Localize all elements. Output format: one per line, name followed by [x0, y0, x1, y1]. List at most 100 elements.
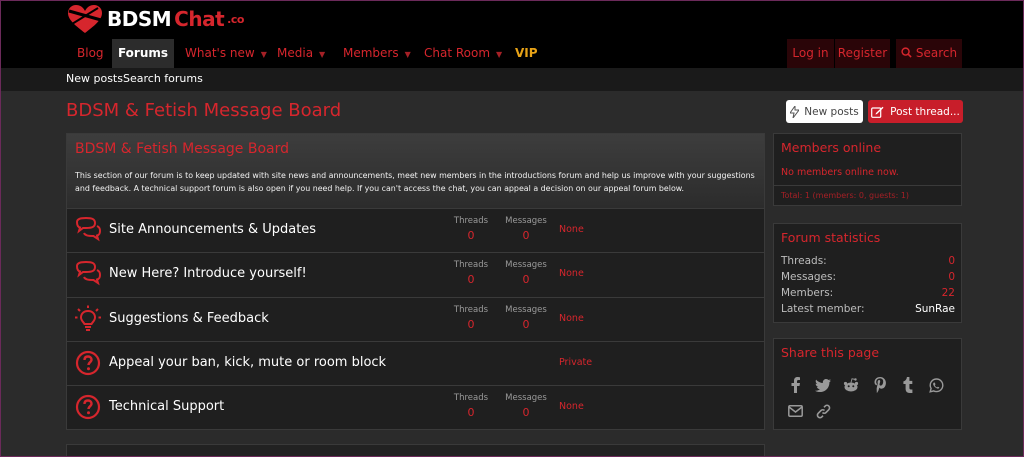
chevron-down-icon[interactable]: ▼ [405, 50, 411, 59]
stat-latest-value[interactable]: SunRae [915, 303, 955, 315]
question-icon [75, 350, 101, 376]
chat-bubbles-icon [75, 260, 102, 286]
nav-blog-label: Blog [77, 46, 104, 60]
threads-count: 0 [467, 229, 475, 242]
stat-messages-value: 0 [948, 271, 955, 283]
forum-title[interactable]: Suggestions & Feedback [109, 311, 269, 326]
threads-count: 0 [467, 273, 475, 286]
last-post: Private [559, 357, 593, 368]
chevron-down-icon[interactable]: ▼ [319, 50, 325, 59]
threads-label: Threads [453, 305, 489, 315]
messages-count: 0 [522, 406, 530, 419]
twitter-icon[interactable] [814, 376, 832, 394]
pinterest-icon[interactable] [871, 376, 889, 394]
subnav-search-forums[interactable]: Search forums [123, 72, 203, 85]
subnav-new-posts[interactable]: New posts [66, 72, 123, 85]
register-button[interactable]: Register [835, 39, 890, 68]
threads-stat: Threads 0 [446, 253, 496, 286]
post-thread-label: Post thread... [890, 105, 960, 118]
brand-tld: .co [227, 12, 244, 26]
share-page-block: Share this page [773, 338, 962, 430]
site-header: BDSM Chat .co [0, 0, 1024, 39]
threads-label: Threads [453, 260, 489, 270]
messages-count: 0 [522, 273, 530, 286]
nav-vip[interactable]: VIP [515, 39, 538, 68]
search-label: Search [915, 46, 958, 60]
forum-row[interactable]: Appeal your ban, kick, mute or room bloc… [67, 341, 764, 385]
nav-members[interactable]: Members ▼ [343, 39, 411, 68]
members-online-total: Total: 1 (members: 0, guests: 1) [781, 191, 910, 200]
messages-stat: Messages 0 [501, 298, 551, 331]
brand-word-2: Chat [174, 7, 225, 31]
post-thread-button[interactable]: Post thread... [868, 100, 963, 123]
forum-title[interactable]: New Here? Introduce yourself! [109, 266, 307, 281]
nav-forums[interactable]: Forums [112, 39, 174, 68]
category-title[interactable]: BDSM & Fetish Message Board [75, 141, 289, 157]
search-button[interactable]: Search [896, 39, 962, 68]
main-nav: Blog Forums What's new ▼ Media ▼ Members ▼ … [0, 39, 1024, 68]
brand-word-1: BDSM [107, 7, 172, 31]
login-button[interactable]: Log in [787, 39, 834, 68]
stat-threads-value: 0 [948, 255, 955, 267]
heart-logo-icon [68, 5, 102, 33]
tumblr-icon[interactable] [899, 376, 917, 394]
threads-count: 0 [467, 318, 475, 331]
nav-media[interactable]: Media ▼ [277, 39, 325, 68]
forum-statistics-block: Forum statistics Threads: 0 Messages: 0 Me… [773, 223, 962, 323]
messages-count: 0 [522, 229, 530, 242]
site-logo[interactable]: BDSM Chat .co [66, 4, 244, 34]
members-online-title[interactable]: Members online [781, 140, 881, 155]
nav-blog[interactable]: Blog [77, 39, 104, 68]
category-header: BDSM & Fetish Message Board This section… [67, 134, 764, 208]
nav-forums-label: Forums [117, 46, 169, 60]
messages-label: Messages [505, 393, 547, 403]
nav-chat-room[interactable]: Chat Room ▼ [424, 39, 502, 68]
nav-vip-label: VIP [515, 46, 538, 60]
nav-whats-new[interactable]: What's new ▼ [185, 39, 267, 68]
category-description: This section of our forum is to keep upd… [75, 171, 755, 193]
messages-count: 0 [522, 318, 530, 331]
email-icon[interactable] [786, 402, 804, 420]
stat-messages-label: Messages: [781, 271, 837, 283]
stat-threads-label: Threads: [781, 255, 827, 267]
lightbulb-icon [75, 305, 101, 331]
sub-nav: New posts Search forums [0, 68, 1024, 91]
forum-row[interactable]: Site Announcements & Updates Threads 0 Me… [67, 208, 764, 252]
threads-stat: Threads 0 [446, 298, 496, 331]
share-page-title: Share this page [781, 345, 880, 360]
forum-title[interactable]: Site Announcements & Updates [109, 222, 316, 237]
messages-label: Messages [505, 216, 547, 226]
chevron-down-icon[interactable]: ▼ [496, 50, 502, 59]
forum-row[interactable]: New Here? Introduce yourself! Threads 0 M… [67, 252, 764, 296]
chat-bubbles-icon [75, 216, 102, 242]
edit-icon [871, 106, 884, 118]
messages-label: Messages [505, 260, 547, 270]
nav-chat-room-label: Chat Room [424, 46, 491, 60]
whatsapp-icon[interactable] [927, 376, 945, 394]
chevron-down-icon[interactable]: ▼ [261, 50, 267, 59]
last-post: None [559, 313, 584, 324]
members-online-none: No members online now. [781, 167, 899, 178]
threads-count: 0 [467, 406, 475, 419]
reddit-icon[interactable] [842, 376, 860, 394]
new-posts-button[interactable]: New posts [786, 100, 863, 123]
messages-stat: Messages 0 [501, 253, 551, 286]
forum-title[interactable]: Technical Support [109, 399, 224, 414]
messages-stat: Messages 0 [501, 386, 551, 419]
register-label: Register [837, 46, 888, 60]
facebook-icon[interactable] [786, 376, 804, 394]
nav-members-label: Members [343, 46, 399, 60]
forum-row[interactable]: Technical Support Threads 0 Messages 0 Non… [67, 385, 764, 429]
forum-title[interactable]: Appeal your ban, kick, mute or room bloc… [109, 355, 386, 370]
forum-row[interactable]: Suggestions & Feedback Threads 0 Messages… [67, 297, 764, 341]
stat-members: Members: 22 [781, 287, 955, 299]
link-icon[interactable] [814, 402, 832, 420]
threads-stat: Threads 0 [446, 386, 496, 419]
search-icon [901, 47, 912, 58]
threads-label: Threads [453, 216, 489, 226]
bolt-icon [790, 105, 800, 118]
threads-stat: Threads 0 [446, 209, 496, 242]
messages-label: Messages [505, 305, 547, 315]
stat-members-label: Members: [781, 287, 834, 299]
question-icon [75, 394, 101, 420]
